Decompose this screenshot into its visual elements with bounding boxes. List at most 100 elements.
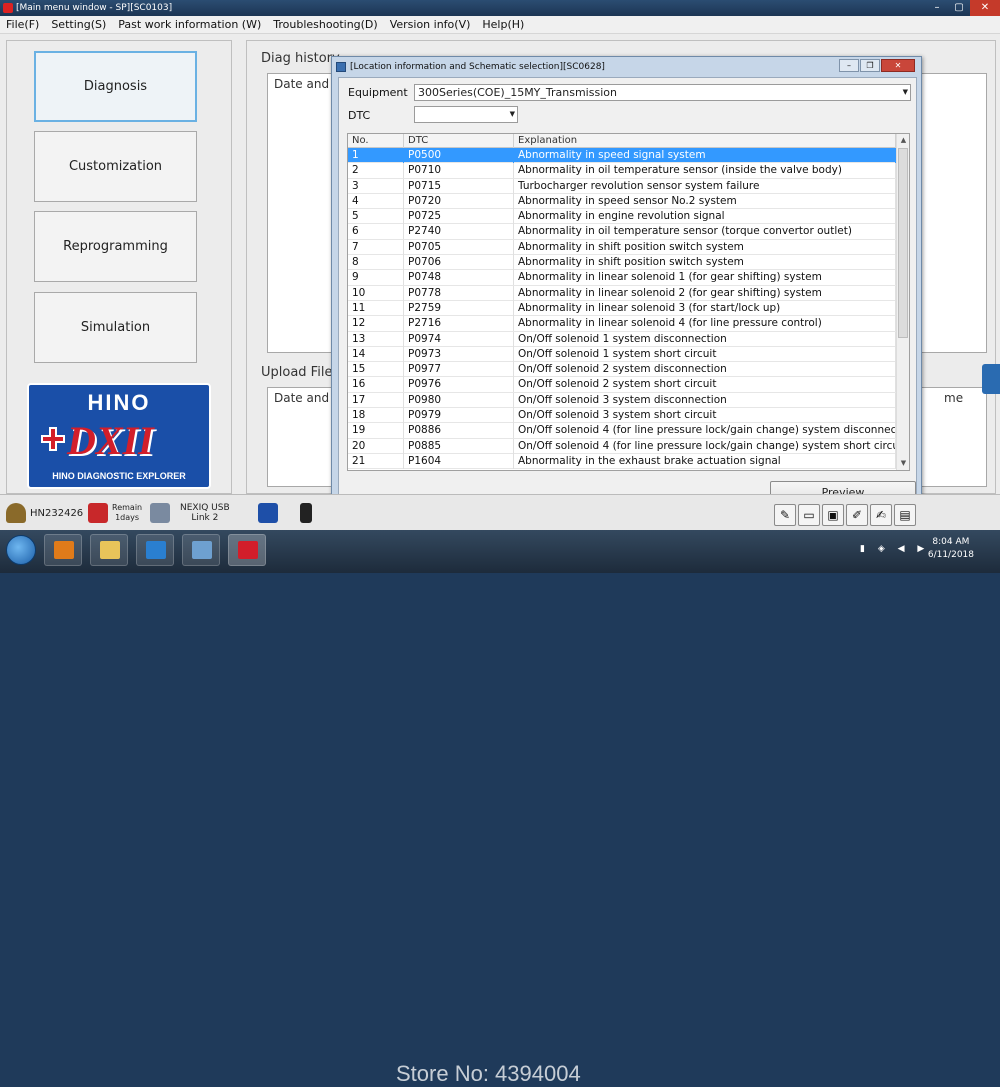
- menu-troubleshooting[interactable]: Troubleshooting(D): [273, 18, 377, 31]
- folder-icon[interactable]: ▤: [894, 504, 916, 526]
- chevron-down-icon: ▼: [902, 88, 908, 96]
- brush-icon[interactable]: ✐: [846, 504, 868, 526]
- menu-version-info[interactable]: Version info(V): [390, 18, 471, 31]
- cell-no: 13: [348, 331, 404, 347]
- cell-no: 12: [348, 316, 404, 332]
- table-row[interactable]: 16 P0976 On/Off solenoid 2 system short ci…: [348, 377, 896, 393]
- menu-file[interactable]: File(F): [6, 18, 39, 31]
- diagnosis-button[interactable]: Diagnosis: [34, 51, 197, 122]
- dtc-table-scrollbar[interactable]: ▲ ▼: [896, 134, 909, 470]
- clock-time: 8:04 AM: [932, 537, 970, 547]
- table-row[interactable]: 12 P2716 Abnormality in linear solenoid 4 …: [348, 316, 896, 332]
- table-row[interactable]: 21 P1604 Abnormality in the exhaust brake …: [348, 453, 896, 470]
- table-row[interactable]: 1 P0500 Abnormality in speed signal system: [348, 148, 896, 164]
- left-nav-panel: Diagnosis Customization Reprogramming Si…: [6, 40, 232, 494]
- cell-explanation: Abnormality in engine revolution signal: [514, 209, 896, 225]
- cell-explanation: Abnormality in linear solenoid 4 (for li…: [514, 316, 896, 332]
- system-tray[interactable]: ▮ ◈ ◀ ▶: [860, 544, 929, 554]
- table-row[interactable]: 8 P0706 Abnormality in shift position swit…: [348, 255, 896, 271]
- table-row[interactable]: 18 P0979 On/Off solenoid 3 system short ci…: [348, 408, 896, 424]
- cell-dtc: P0705: [404, 239, 514, 255]
- minimize-button[interactable]: –: [926, 0, 948, 16]
- simulation-button[interactable]: Simulation: [34, 292, 197, 363]
- table-row[interactable]: 20 P0885 On/Off solenoid 4 (for line press…: [348, 438, 896, 454]
- taskbar-file-explorer[interactable]: [90, 534, 128, 566]
- location-schematic-dialog: [Location information and Schematic sele…: [331, 56, 922, 514]
- menu-bar: File(F) Setting(S) Past work information…: [0, 16, 1000, 34]
- dialog-close-button[interactable]: ✕: [881, 59, 915, 72]
- cell-no: 9: [348, 270, 404, 286]
- license-status: Remain 1days: [88, 495, 142, 531]
- cell-dtc: P0974: [404, 331, 514, 347]
- taskbar-teamviewer[interactable]: [136, 534, 174, 566]
- side-dock-tab[interactable]: [982, 364, 1000, 394]
- hino-dxii-logo: HINO DXII HINO DIAGNOSTIC EXPLORER: [27, 383, 211, 489]
- cell-dtc: P0710: [404, 163, 514, 179]
- reprogramming-button[interactable]: Reprogramming: [34, 211, 197, 282]
- table-row[interactable]: 9 P0748 Abnormality in linear solenoid 1 (…: [348, 270, 896, 286]
- scroll-up-icon[interactable]: ▲: [897, 134, 909, 147]
- table-row[interactable]: 5 P0725 Abnormality in engine revolution s…: [348, 209, 896, 225]
- table-row[interactable]: 10 P0778 Abnormality in linear solenoid 2 …: [348, 285, 896, 301]
- close-button[interactable]: ✕: [970, 0, 1000, 16]
- cell-no: 20: [348, 438, 404, 454]
- table-row[interactable]: 2 P0710 Abnormality in oil temperature sen…: [348, 163, 896, 179]
- table-row[interactable]: 3 P0715 Turbocharger revolution sensor sys…: [348, 178, 896, 194]
- remain-days: 1days: [115, 513, 140, 522]
- cell-dtc: P0715: [404, 178, 514, 194]
- equipment-select[interactable]: 300Series(COE)_15MY_Transmission ▼: [414, 84, 911, 101]
- cell-dtc: P2740: [404, 224, 514, 240]
- edit-icon[interactable]: ✍: [870, 504, 892, 526]
- menu-past-work[interactable]: Past work information (W): [118, 18, 261, 31]
- taskbar-network[interactable]: [182, 534, 220, 566]
- scroll-thumb[interactable]: [898, 148, 908, 338]
- cell-dtc: P0980: [404, 392, 514, 408]
- cell-dtc: P0748: [404, 270, 514, 286]
- equipment-value: 300Series(COE)_15MY_Transmission: [418, 86, 617, 99]
- diag-date-column: Date and: [274, 77, 330, 91]
- column-explanation[interactable]: Explanation: [514, 134, 896, 148]
- taskbar-clock[interactable]: 8:04 AM 6/11/2018: [928, 536, 974, 562]
- save-icon[interactable]: ▣: [822, 504, 844, 526]
- laptop-status: [150, 495, 174, 531]
- cell-explanation: On/Off solenoid 2 system short circuit: [514, 377, 896, 393]
- user-icon: [6, 503, 26, 523]
- dtc-select[interactable]: ▼: [414, 106, 518, 123]
- taskbar-hino-dx[interactable]: [228, 534, 266, 566]
- cell-explanation: On/Off solenoid 4 (for line pressure loc…: [514, 423, 896, 439]
- taskbar-media-player[interactable]: [44, 534, 82, 566]
- pen-icon[interactable]: ✎: [774, 504, 796, 526]
- cell-dtc: P0886: [404, 423, 514, 439]
- cell-dtc: P2759: [404, 300, 514, 316]
- eraser-icon[interactable]: ▭: [798, 504, 820, 526]
- table-row[interactable]: 6 P2740 Abnormality in oil temperature sen…: [348, 224, 896, 240]
- table-row[interactable]: 13 P0974 On/Off solenoid 1 system disconne…: [348, 331, 896, 347]
- cell-dtc: P0778: [404, 285, 514, 301]
- column-no[interactable]: No.: [348, 134, 404, 148]
- table-row[interactable]: 17 P0980 On/Off solenoid 3 system disconne…: [348, 392, 896, 409]
- start-button[interactable]: [6, 535, 36, 565]
- table-row[interactable]: 11 P2759 Abnormality in linear solenoid 3 …: [348, 300, 896, 317]
- battery-icon: [300, 503, 312, 523]
- table-row[interactable]: 14 P0973 On/Off solenoid 1 system short ci…: [348, 346, 896, 363]
- table-row[interactable]: 4 P0720 Abnormality in speed sensor No.2 s…: [348, 193, 896, 210]
- table-row[interactable]: 19 P0886 On/Off solenoid 4 (for line press…: [348, 423, 896, 439]
- cell-no: 14: [348, 346, 404, 362]
- cell-explanation: Abnormality in linear solenoid 1 (for ge…: [514, 270, 896, 286]
- cell-explanation: On/Off solenoid 4 (for line pressure loc…: [514, 438, 896, 454]
- logo-product: DXII: [67, 418, 154, 463]
- cell-no: 16: [348, 377, 404, 393]
- customization-button[interactable]: Customization: [34, 131, 197, 202]
- cell-explanation: Abnormality in the exhaust brake actuati…: [514, 453, 896, 469]
- table-row[interactable]: 15 P0977 On/Off solenoid 2 system disconne…: [348, 362, 896, 378]
- dialog-restore-button[interactable]: ❐: [860, 59, 880, 72]
- column-dtc[interactable]: DTC: [404, 134, 514, 148]
- dialog-minimize-button[interactable]: –: [839, 59, 859, 72]
- scroll-down-icon[interactable]: ▼: [897, 457, 909, 470]
- maximize-button[interactable]: ▢: [948, 0, 970, 16]
- menu-setting[interactable]: Setting(S): [51, 18, 106, 31]
- menu-help[interactable]: Help(H): [482, 18, 524, 31]
- logo-subtitle: HINO DIAGNOSTIC EXPLORER: [52, 471, 186, 481]
- user-status: HN232426: [6, 495, 83, 531]
- table-row[interactable]: 7 P0705 Abnormality in shift position swit…: [348, 239, 896, 256]
